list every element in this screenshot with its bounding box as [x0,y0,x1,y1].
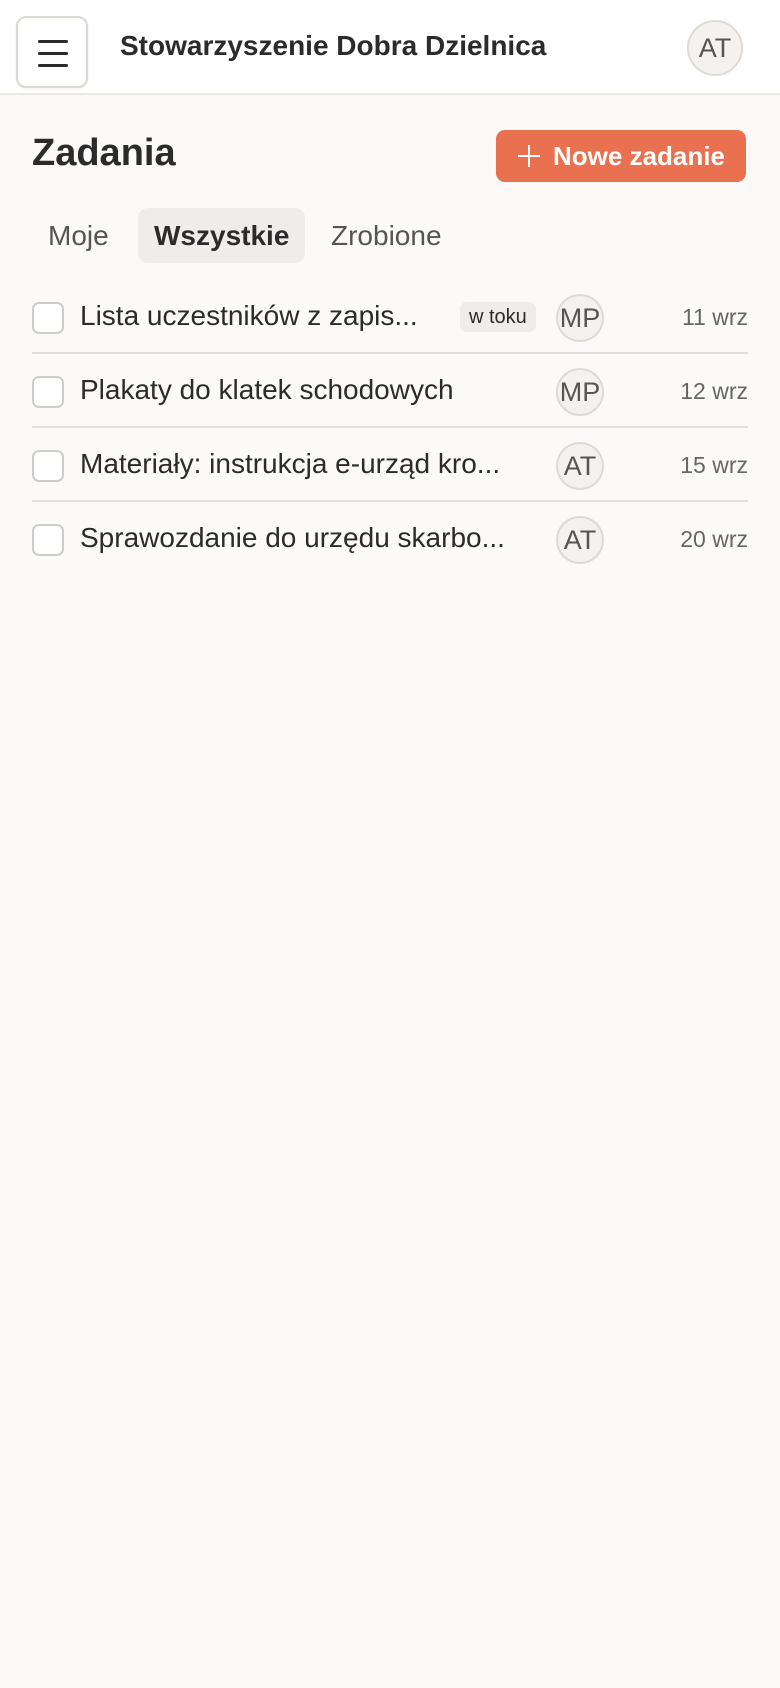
user-avatar[interactable]: AT [687,20,743,76]
task-checkbox[interactable] [32,524,64,556]
tab-wszystkie[interactable]: Wszystkie [138,208,306,263]
assignee-avatar: AT [556,442,604,490]
due-date: 15 wrz [680,452,748,478]
task-title[interactable]: Sprawozdanie do urzędu skarbo... [80,522,540,554]
new-task-button[interactable]: Nowe zadanie [496,130,746,182]
task-row[interactable]: Plakaty do klatek schodowych MP 12 wrz [32,354,748,428]
due-date: 11 wrz [681,304,748,330]
new-task-label: Nowe zadanie [553,141,725,171]
task-row[interactable]: Lista uczestników z zapis... w toku MP 1… [32,280,748,354]
organization-name: Stowarzyszenie Dobra Dzielnica [120,30,547,61]
due-date: 20 wrz [680,526,748,552]
hamburger-menu-icon [38,40,68,43]
status-badge: w toku [460,302,536,332]
task-checkbox[interactable] [32,450,64,482]
assignee-avatar: MP [556,294,604,342]
assignee-avatar: AT [556,516,604,564]
task-checkbox[interactable] [32,302,64,334]
plus-icon [518,145,540,167]
task-title[interactable]: Lista uczestników z zapis... [80,300,450,332]
top-bar: Stowarzyszenie Dobra Dzielnica AT [0,0,780,95]
task-title[interactable]: Plakaty do klatek schodowych [80,374,540,406]
hamburger-menu-icon-line [38,64,68,67]
task-title[interactable]: Materiały: instrukcja e-urząd kro... [80,448,540,480]
page-title: Zadania [32,132,176,174]
task-checkbox[interactable] [32,376,64,408]
tab-moje[interactable]: Moje [32,208,125,263]
task-row[interactable]: Materiały: instrukcja e-urząd kro... AT … [32,428,748,502]
menu-button[interactable] [16,16,88,88]
tab-zrobione[interactable]: Zrobione [315,208,458,263]
due-date: 12 wrz [680,378,748,404]
task-row[interactable]: Sprawozdanie do urzędu skarbo... AT 20 w… [32,502,748,576]
assignee-avatar: MP [556,368,604,416]
hamburger-menu-icon-line [38,52,68,55]
